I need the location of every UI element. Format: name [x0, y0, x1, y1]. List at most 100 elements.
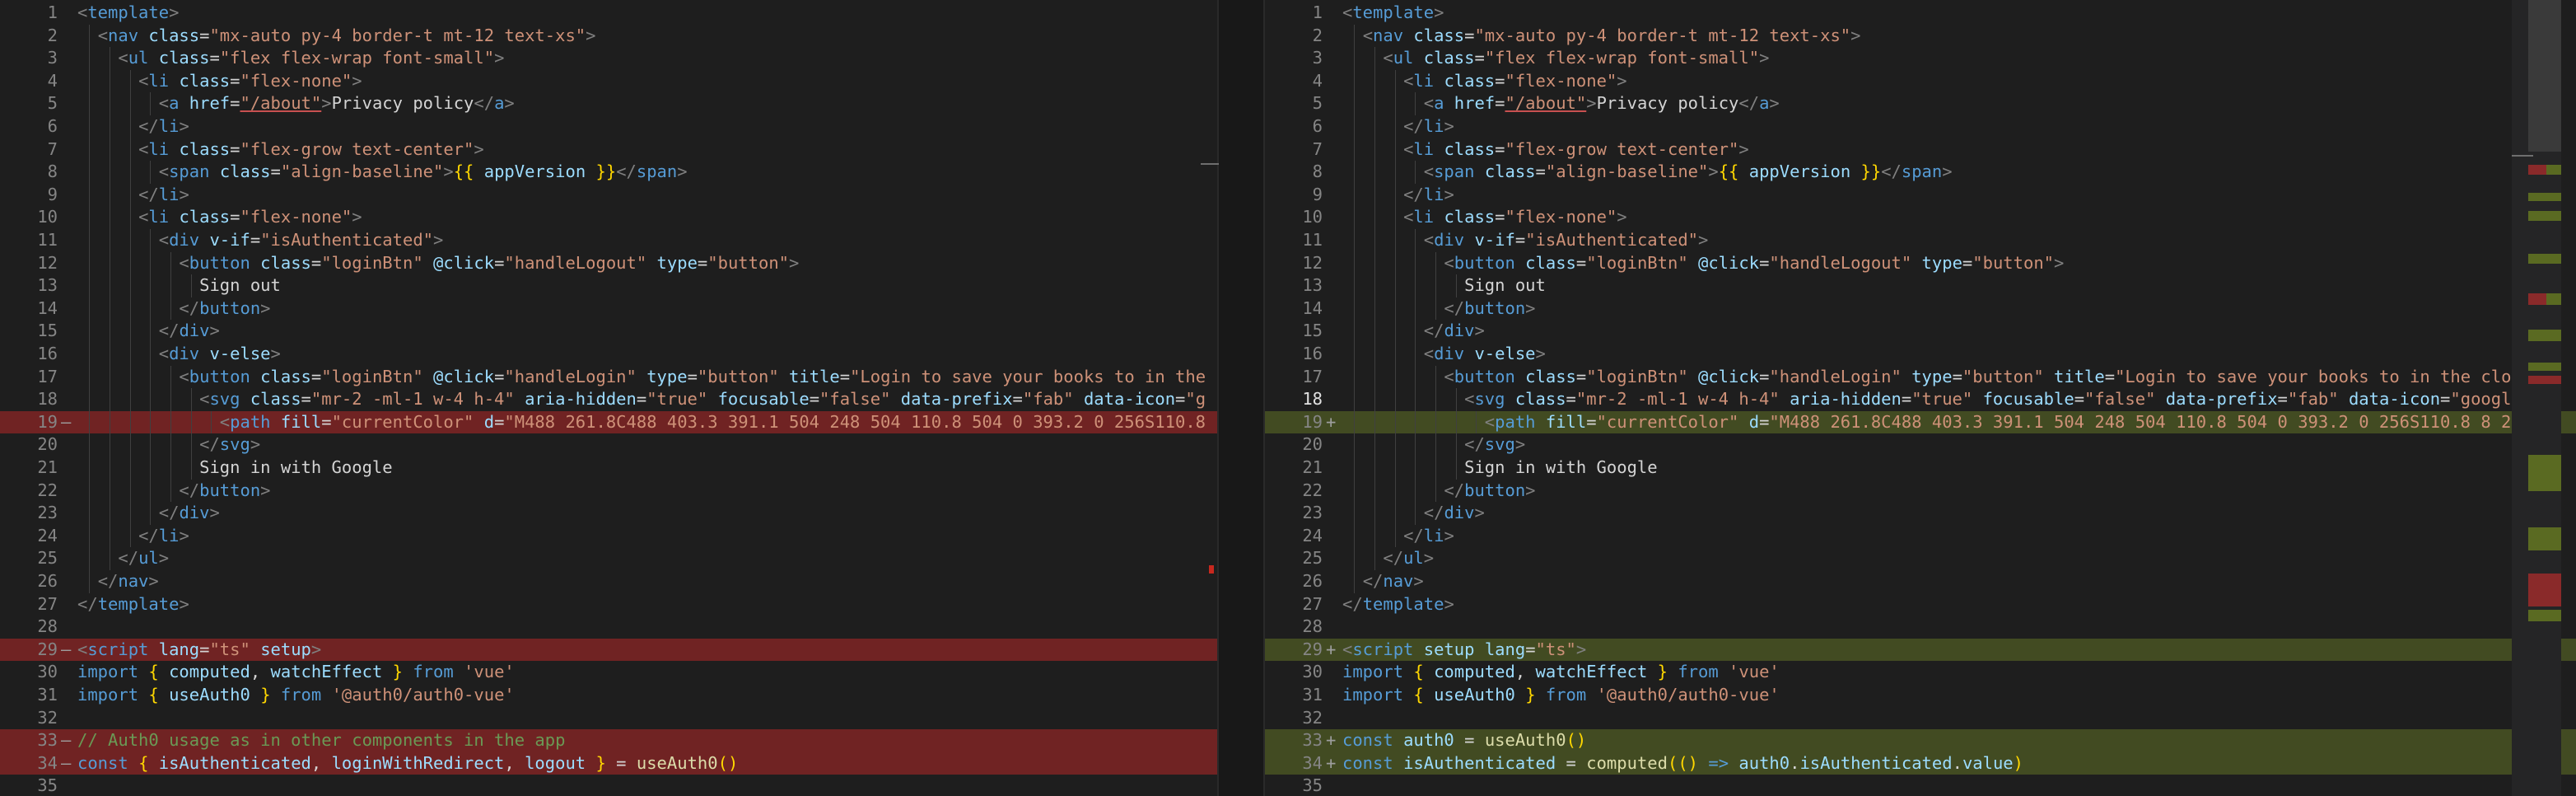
code-line[interactable]: 10 <li class="flex-none"> [1265, 206, 2576, 229]
code-token: "flex-none" [1505, 70, 1617, 91]
line-number: 27 [37, 593, 58, 614]
code-line[interactable]: 12 <button class="loginBtn" @click="hand… [0, 251, 1217, 275]
code-line[interactable]: 20 </svg> [1265, 433, 2576, 457]
code-token: = [1012, 389, 1023, 410]
code-line[interactable]: 31 import { useAuth0 } from '@auth0/auth0… [1265, 684, 2576, 707]
code-line[interactable]: 17 <button class="loginBtn" @click="hand… [0, 365, 1217, 389]
code-line[interactable]: 35 [0, 775, 1217, 796]
code-line[interactable]: 15 </div> [0, 320, 1217, 343]
line-number: 9 [47, 184, 58, 204]
minimap-scroll-indicator [2512, 155, 2533, 157]
code-line[interactable]: 23 </div> [0, 502, 1217, 525]
code-line[interactable]: 11 <div v-if="isAuthenticated"> [1265, 229, 2576, 252]
split-divider[interactable] [1217, 0, 1219, 796]
code-line[interactable]: 35 [1265, 775, 2576, 796]
code-token: nav [1383, 571, 1414, 591]
code-line[interactable]: 25 </ul> [1265, 547, 2576, 570]
code-token: = [605, 752, 637, 773]
code-token: = [1495, 93, 1505, 114]
minimap-viewport[interactable] [2528, 0, 2561, 152]
code-line[interactable]: 14 </button> [1265, 297, 2576, 321]
code-line[interactable]: 26 </nav> [0, 570, 1217, 593]
code-line[interactable]: 12 <button class="loginBtn" @click="hand… [1265, 251, 2576, 275]
code-line[interactable]: 7 <li class="flex-grow text-center"> [1265, 138, 2576, 162]
code-line[interactable]: 11 <div v-if="isAuthenticated"> [0, 229, 1217, 252]
code-token: > [1444, 525, 1454, 545]
code-line[interactable]: 29— <script lang="ts" setup> [0, 638, 1217, 662]
code-line[interactable]: 14 </button> [0, 297, 1217, 321]
code-token: </ [118, 548, 139, 569]
minimap[interactable] [2512, 0, 2561, 796]
code-line[interactable]: 3 <ul class="flex flex-wrap font-small"> [1265, 47, 2576, 70]
code-line[interactable]: 21 Sign in with Google [0, 457, 1217, 480]
code-line[interactable]: 10 <li class="flex-none"> [0, 206, 1217, 229]
code-line[interactable]: 7 <li class="flex-grow text-center"> [0, 138, 1217, 162]
code-line[interactable]: 2 <nav class="mx-auto py-4 border-t mt-1… [1265, 24, 2576, 48]
code-text: <div v-else> [1342, 343, 1546, 366]
code-line[interactable]: 27 </template> [0, 593, 1217, 616]
code-line[interactable]: 9 </li> [0, 183, 1217, 207]
code-line[interactable]: 5 <a href="/about">Privacy policy</a> [1265, 92, 2576, 115]
code-line[interactable]: 22 </button> [1265, 479, 2576, 503]
code-line[interactable]: 15 </div> [1265, 320, 2576, 343]
code-line[interactable]: 28 [1265, 616, 2576, 639]
line-number: 4 [47, 70, 58, 91]
code-token: > [2054, 252, 2065, 273]
code-line[interactable]: 31 import { useAuth0 } from '@auth0/auth0… [0, 684, 1217, 707]
code-line[interactable]: 4 <li class="flex-none"> [1265, 69, 2576, 93]
code-line[interactable]: 18 <svg class="mr-2 -ml-1 w-4 h-4" aria-… [1265, 388, 2576, 411]
code-line[interactable]: 23 </div> [1265, 502, 2576, 525]
modified-file-pane[interactable]: 1 <template> 2 <nav class="mx-auto py-4 bo… [1265, 0, 2576, 796]
code-line[interactable]: 30 import { computed, watchEffect } from … [0, 661, 1217, 684]
code-line[interactable]: 30 import { computed, watchEffect } from … [1265, 661, 2576, 684]
code-text: </li> [1342, 525, 1454, 548]
code-line[interactable]: 1 <template> [0, 2, 1217, 25]
code-line[interactable]: 25 </ul> [0, 547, 1217, 570]
code-line[interactable]: 13 Sign out [0, 274, 1217, 297]
code-token: button [1464, 480, 1526, 500]
code-line[interactable]: 8 <span class="align-baseline">{{ appVer… [1265, 161, 2576, 184]
code-line[interactable]: 16 <div v-else> [0, 343, 1217, 366]
code-token: isAuthenticated [1799, 752, 1953, 773]
code-line[interactable]: 8 <span class="align-baseline">{{ appVer… [0, 161, 1217, 184]
code-line[interactable]: 34 + const isAuthenticated = computed(() =… [1265, 752, 2576, 775]
code-token: => [1708, 752, 1729, 773]
code-text: </li> [77, 115, 189, 138]
code-line[interactable]: 13 Sign out [1265, 274, 2576, 297]
code-line[interactable]: 6 </li> [1265, 115, 2576, 138]
code-line[interactable]: 6 </li> [0, 115, 1217, 138]
code-line[interactable]: 28 [0, 616, 1217, 639]
code-line[interactable]: 29 + <script setup lang="ts"> [1265, 638, 2576, 662]
code-line[interactable]: 34— const { isAuthenticated, loginWithRed… [0, 752, 1217, 775]
code-line[interactable]: 33—// Auth0 usage as in other components… [0, 729, 1217, 752]
code-line[interactable]: 26 </nav> [1265, 570, 2576, 593]
code-line[interactable]: 18 <svg class="mr-2 -ml-1 w-4 h-4" aria-… [0, 388, 1217, 411]
original-file-pane[interactable]: 1 <template> 2 <nav class="mx-auto py-4 bo… [0, 0, 1217, 796]
code-line[interactable]: 4 <li class="flex-none"> [0, 69, 1217, 93]
code-line[interactable]: 16 <div v-else> [1265, 343, 2576, 366]
code-token: import [1342, 685, 1404, 705]
code-line[interactable]: 24 </li> [1265, 524, 2576, 548]
code-line[interactable]: 3 <ul class="flex flex-wrap font-small"> [0, 47, 1217, 70]
code-token: "mr-2 -ml-1 w-4 h-4" [310, 389, 515, 410]
code-line[interactable]: 1 <template> [1265, 2, 2576, 25]
code-line[interactable]: 32 [1265, 707, 2576, 730]
code-line[interactable]: 19 + <path fill="currentColor" d="M488 26… [1265, 410, 2576, 434]
code-line[interactable]: 33 + const auth0 = useAuth0() [1265, 729, 2576, 752]
code-line[interactable]: 17 <button class="loginBtn" @click="hand… [1265, 365, 2576, 389]
code-line[interactable]: 22 </button> [0, 479, 1217, 503]
code-token: "flex-none" [240, 207, 352, 227]
code-line[interactable]: 5 <a href="/about">Privacy policy</a> [0, 92, 1217, 115]
code-line[interactable]: 32 [0, 707, 1217, 730]
code-line[interactable]: 24 </li> [0, 524, 1217, 548]
code-line[interactable]: 2 <nav class="mx-auto py-4 border-t mt-1… [0, 24, 1217, 48]
code-line[interactable]: 27 </template> [1265, 593, 2576, 616]
code-line[interactable]: 21 Sign in with Google [1265, 457, 2576, 480]
code-line[interactable]: 20 </svg> [0, 433, 1217, 457]
code-line[interactable]: 9 </li> [1265, 183, 2576, 207]
code-line[interactable]: 19— <path fill="currentColor" d="M488 26… [0, 410, 1217, 434]
